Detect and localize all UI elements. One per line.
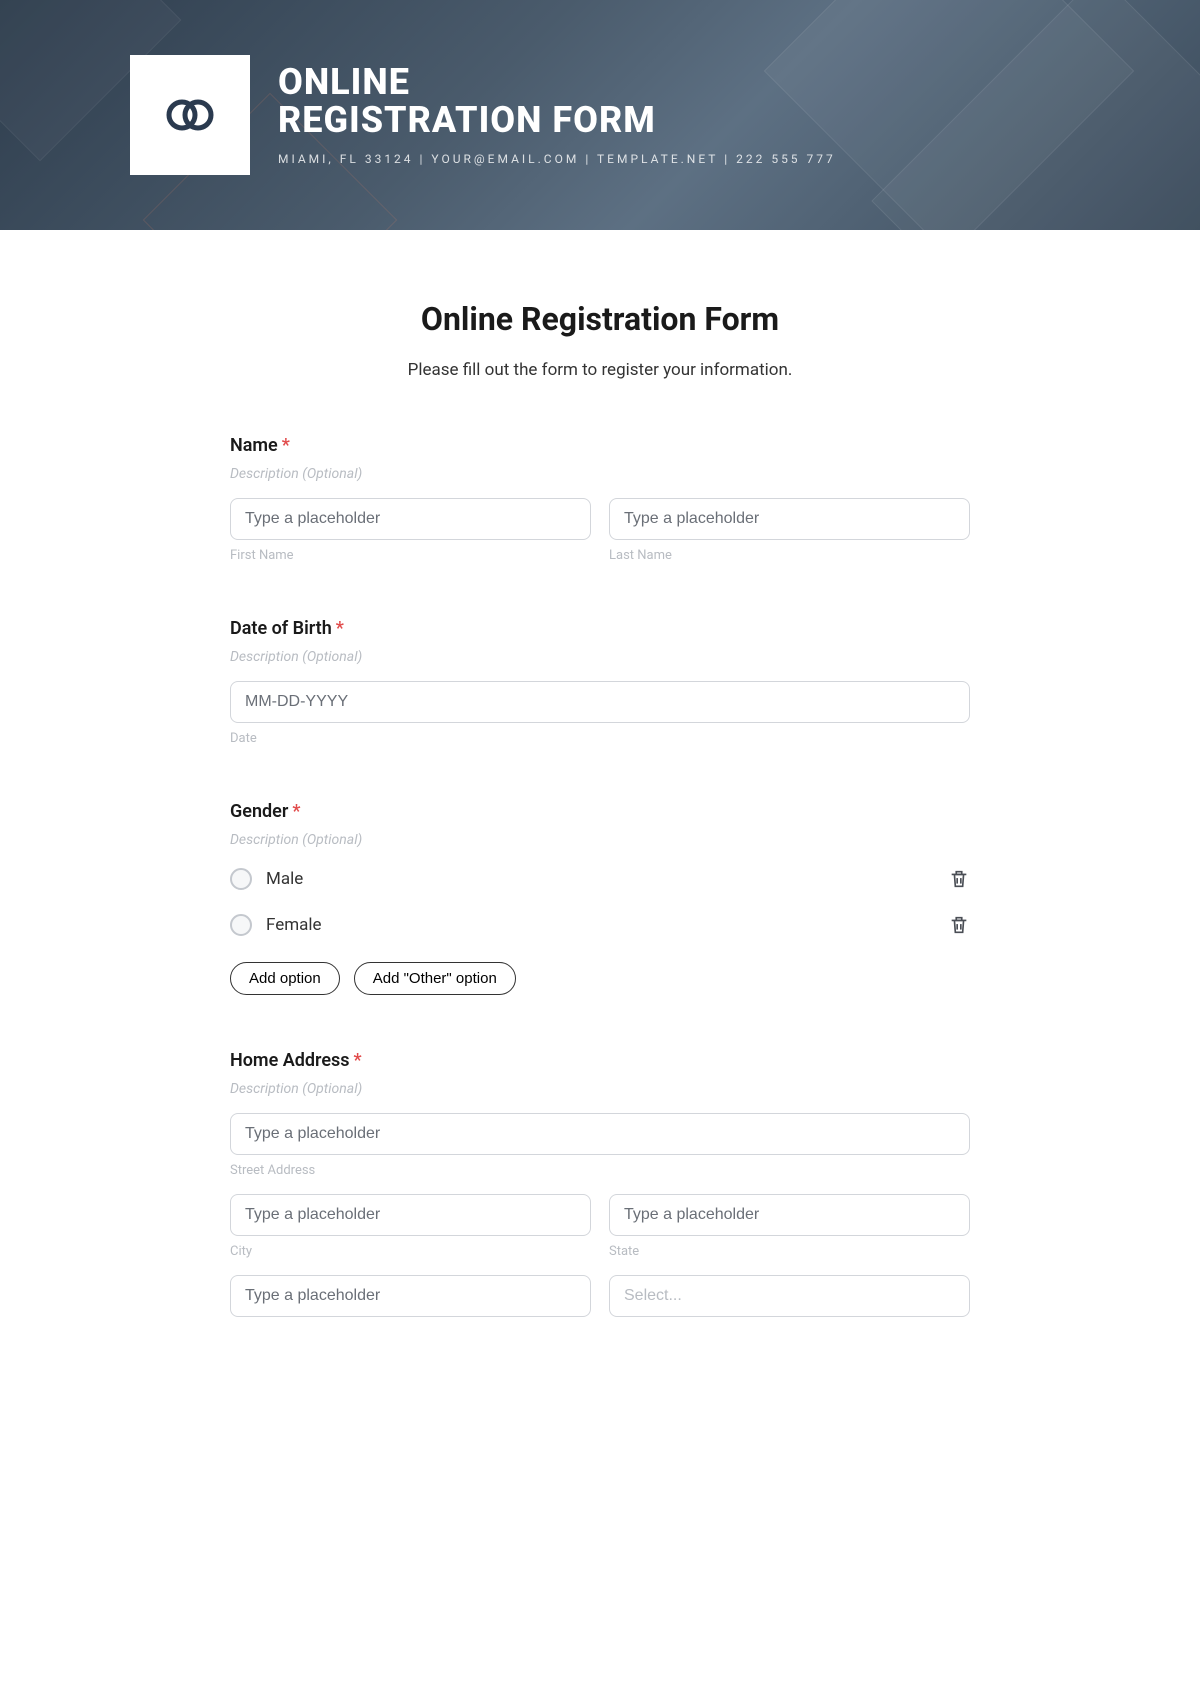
page-title: Online Registration Form [230,300,970,338]
add-option-button[interactable]: Add option [230,962,340,995]
street-address-input[interactable] [230,1113,970,1155]
required-mark: * [336,618,344,639]
gender-option-female: Female [230,910,970,940]
home-address-label: Home Address* [230,1050,970,1071]
required-mark: * [354,1050,362,1071]
last-name-sublabel: Last Name [609,548,970,563]
gender-option-label[interactable]: Male [266,869,303,889]
radio-icon[interactable] [230,868,252,890]
state-sublabel: State [609,1244,970,1259]
name-label: Name* [230,435,970,456]
gender-desc[interactable]: Description (Optional) [230,832,970,848]
address-extra-input[interactable] [230,1275,591,1317]
required-mark: * [282,435,290,456]
home-address-desc[interactable]: Description (Optional) [230,1081,970,1097]
form-content: Online Registration Form Please fill out… [210,230,990,1357]
gender-option-male: Male [230,864,970,894]
dob-desc[interactable]: Description (Optional) [230,649,970,665]
first-name-sublabel: First Name [230,548,591,563]
country-select[interactable] [609,1275,970,1317]
trash-icon[interactable] [948,914,970,936]
trash-icon[interactable] [948,868,970,890]
state-input[interactable] [609,1194,970,1236]
name-desc[interactable]: Description (Optional) [230,466,970,482]
field-name: Name* Description (Optional) First Name … [230,435,970,563]
street-sublabel: Street Address [230,1163,970,1178]
dob-input[interactable] [230,681,970,723]
hero-banner: ONLINE REGISTRATION FORM MIAMI, FL 33124… [0,0,1200,230]
logo [130,55,250,175]
field-dob: Date of Birth* Description (Optional) Da… [230,618,970,746]
field-gender: Gender* Description (Optional) Male Fema… [230,801,970,995]
city-sublabel: City [230,1244,591,1259]
hero-title: ONLINE REGISTRATION FORM [278,64,836,140]
field-home-address: Home Address* Description (Optional) Str… [230,1050,970,1317]
required-mark: * [292,801,300,822]
radio-icon[interactable] [230,914,252,936]
dob-label: Date of Birth* [230,618,970,639]
hero-subline: MIAMI, FL 33124 | YOUR@EMAIL.COM | TEMPL… [278,152,836,166]
dob-sublabel: Date [230,731,970,746]
add-other-option-button[interactable]: Add "Other" option [354,962,516,995]
gender-label: Gender* [230,801,970,822]
rings-icon [160,95,220,135]
last-name-input[interactable] [609,498,970,540]
first-name-input[interactable] [230,498,591,540]
page-description: Please fill out the form to register you… [230,360,970,380]
city-input[interactable] [230,1194,591,1236]
gender-option-label[interactable]: Female [266,915,322,935]
